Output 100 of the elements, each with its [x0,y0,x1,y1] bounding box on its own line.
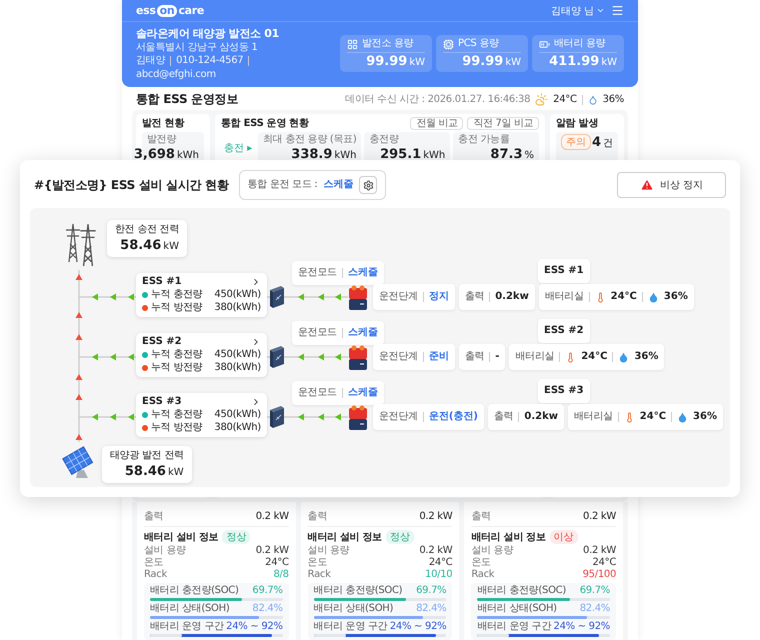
stat-value: 450(kWh) [214,289,261,301]
gauge-label: 배터리 운영 구간 [314,621,388,633]
output-value: - [495,351,500,363]
panel-title: 배터리 설비 정보 [308,530,382,544]
gauge-label: 배터리 충전량(SOC) [314,585,402,597]
room-label: 배터리실 [515,351,554,363]
metric-value: 338.9 [291,147,332,162]
logo: ess on care [136,4,204,17]
status-badge: 주의 [561,134,591,150]
menu-icon[interactable] [611,4,624,17]
humidity-icon [648,292,659,302]
info-label: 설비 용량 [471,545,514,557]
compare-button[interactable]: 직전 7일 비교 [467,117,539,130]
output-label: 출력 [308,511,328,523]
output-label: 출력 [494,411,514,423]
compare-button[interactable]: 전월 비교 [410,117,464,130]
info-label: 설비 용량 [308,545,350,557]
charging-state: 충전 ▸ [222,142,254,156]
gauge-label: 배터리 운영 구간 [150,621,224,633]
metric-label: 최대 충전 용량 (목표) [263,134,356,146]
emergency-stop-button[interactable]: 비상 정지 [616,172,726,198]
weather-icon [535,93,548,106]
unit-label: kWh [334,150,356,161]
ess-tag-text: ESS #2 [544,325,584,337]
settings-button[interactable] [359,176,378,194]
contact-text: 010-124-4567 [176,55,244,67]
output-label: 출력 [464,291,484,303]
power-label: 한전 송전 전력 [115,224,179,236]
status-badge: 이상 [550,530,578,544]
output-value: 0.2 kW [256,511,289,523]
power-label: 태양광 발전 전력 [110,450,184,462]
output-label: 출력 [464,351,484,363]
stage-value: 운전(충전) [428,411,478,423]
room-label: 배터리실 [544,291,584,303]
humidity-text: 36% [602,94,624,106]
metric-value: 295.1 [380,147,422,162]
gauge-reading: 69.7% [252,585,283,597]
mode-label: 운전모드 [298,387,337,399]
temperature-value: 24°C [581,351,608,363]
info-label: 온도 [471,557,491,569]
info-value: 8/8 [273,569,289,581]
stat-value: 450(kWh) [214,409,261,421]
output-label: 출력 [144,511,164,523]
capacity-value: 411.99 [549,54,600,69]
metric-label: 충전 가능률 [458,134,511,146]
gauge-reading: 24% ~ 92% [390,621,446,633]
power-value: 58.46 [124,464,166,479]
info-label: 온도 [144,557,164,569]
metric-value: 3,698 [134,147,175,162]
unit-label: kW [163,241,179,252]
status-badge: 정상 [222,530,250,544]
card-title: 통합 ESS 운영 현황 [221,117,309,130]
gauge-reading: 82.4% [252,603,283,615]
gauge-label: 배터리 충전량(SOC) [150,585,239,597]
unit-label: kW [409,57,425,68]
output-value: 0.2kw [495,291,529,303]
info-label: 온도 [308,557,328,569]
panel-title: 배터리 설비 정보 [144,530,218,544]
contact-text: abcd@efghi.com [136,69,216,81]
stage-value: 준비 [428,351,449,363]
gauge-reading: 69.7% [580,585,610,597]
ess-tag-text: ESS #3 [544,385,584,397]
mode-value: 스케줄 [348,327,378,339]
battery-icon [539,38,550,50]
output-value: 0.2 kW [419,511,452,523]
room-label: 배터리실 [574,411,613,423]
capacity-label: PCS 용량 [458,38,499,50]
alarm-count: 4 [592,135,601,150]
ess-card[interactable]: ESS #2 누적 충전량 450(kWh) 누적 방전량 380(kWh) [136,333,267,377]
humidity-icon [588,94,598,104]
solar-panel-drawing [62,446,96,480]
info-label: Rack [144,569,167,581]
inverter-drawing [268,285,286,309]
stage-label: 운전단계 [379,291,418,303]
ess-card[interactable]: ESS #1 누적 충전량 450(kWh) 누적 방전량 380(kWh) [136,273,267,317]
gauge-label: 배터리 상태(SOH) [477,603,557,615]
humidity-value: 36% [634,351,658,363]
info-value: 24°C [592,557,616,569]
site-name: 솔라온케어 태양광 발전소 01 [136,26,280,41]
mode-label: 운전모드 [298,327,337,339]
mode-value: 스케줄 [348,267,378,279]
gauge-reading: 24% ~ 92% [226,621,283,633]
stat-value: 380(kWh) [214,362,261,374]
inverter-drawing [268,405,286,429]
stat-value: 380(kWh) [214,302,261,314]
stat-value: 380(kWh) [214,422,261,434]
power-value: 58.46 [120,238,162,253]
gauge-reading: 82.4% [416,603,446,615]
unit-label: kW [505,57,521,68]
stat-label: 누적 충전량 [151,289,202,301]
humidity-icon [618,352,630,362]
humidity-icon [677,412,688,422]
ess-card[interactable]: ESS #3 누적 충전량 450(kWh) 누적 방전량 380(kWh) [136,393,267,437]
capacity-label: 발전소 용량 [362,38,414,50]
site-address: 서울특별시 강남구 삼성동 1 [136,42,258,54]
capacity-value: 99.99 [366,54,408,69]
chip-icon [443,38,454,50]
stat-label: 누적 충전량 [151,349,202,361]
unit-label: kWh [423,150,446,161]
grid-icon [347,38,358,50]
